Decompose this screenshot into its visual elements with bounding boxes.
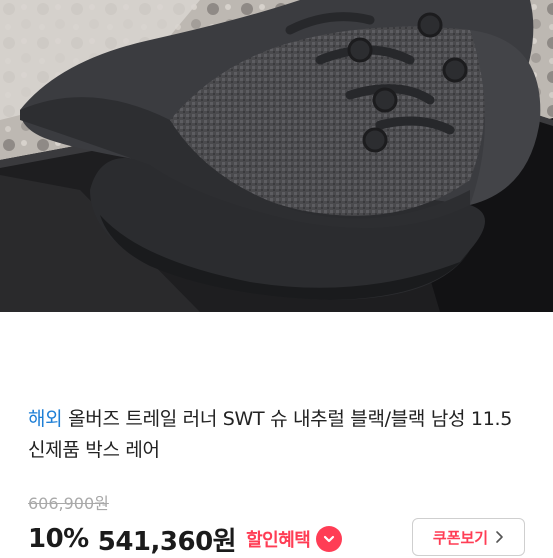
product-photo[interactable]	[0, 0, 553, 312]
overseas-tag: 해외	[28, 408, 63, 430]
chevron-right-icon	[494, 530, 504, 544]
sale-price: 541,360원	[97, 526, 237, 557]
discount-benefit-link[interactable]: 할인혜택	[246, 526, 311, 552]
price-row: 10% 541,360원 할인혜택	[28, 522, 343, 557]
product-title[interactable]: 해외 올버즈 트레일 러너 SWT 슈 내추럴 블랙/블랙 남성 11.5 신제…	[28, 404, 533, 466]
discount-rate: 10%	[28, 524, 89, 554]
product-info: 해외 올버즈 트레일 러너 SWT 슈 내추럴 블랙/블랙 남성 11.5 신제…	[0, 312, 553, 557]
chevron-down-icon[interactable]	[316, 526, 343, 552]
sneaker-photo-icon	[0, 0, 553, 312]
original-price: 606,900원	[28, 494, 109, 513]
coupon-view-button[interactable]: 쿠폰보기	[412, 518, 525, 556]
coupon-button-label: 쿠폰보기	[432, 528, 489, 547]
product-title-text: 올버즈 트레일 러너 SWT 슈 내추럴 블랙/블랙 남성 11.5 신제품 박…	[28, 408, 513, 461]
